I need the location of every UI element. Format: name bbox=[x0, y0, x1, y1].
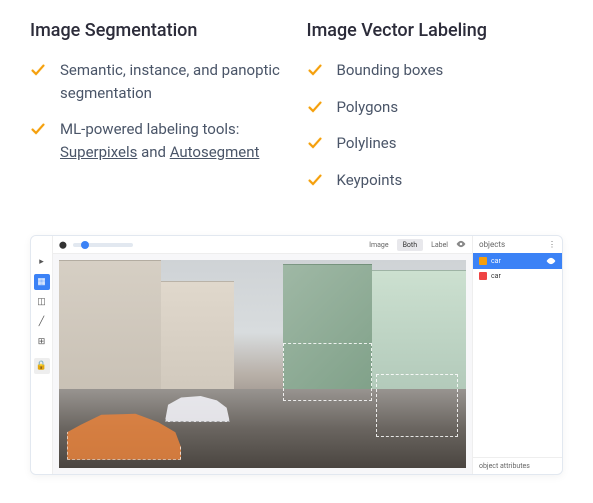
check-icon bbox=[307, 135, 323, 151]
object-label: car bbox=[491, 272, 501, 280]
editor-canvas[interactable] bbox=[53, 254, 472, 474]
feature-item: ML-powered labeling tools: Superpixels a… bbox=[30, 118, 287, 163]
objects-panel: objects ⋮ car car object attributes bbox=[472, 236, 562, 474]
crop-tool[interactable]: ◫ bbox=[34, 294, 50, 310]
check-icon bbox=[307, 99, 323, 115]
feature-text: Polygons bbox=[337, 96, 399, 119]
lock-tool[interactable]: 🔒 bbox=[34, 358, 50, 374]
segmentation-column: Image Segmentation Semantic, instance, a… bbox=[30, 20, 287, 205]
object-row[interactable]: car bbox=[473, 269, 562, 283]
street-image bbox=[59, 260, 466, 468]
opacity-slider[interactable] bbox=[73, 243, 133, 247]
vector-feature-list: Bounding boxes Polygons Polylines bbox=[307, 59, 564, 191]
check-icon bbox=[30, 121, 46, 137]
check-icon bbox=[307, 62, 323, 78]
editor-top-bar: ⬤ Image Both Label bbox=[53, 236, 472, 254]
tab-image[interactable]: Image bbox=[363, 239, 395, 251]
object-color-swatch bbox=[479, 257, 487, 265]
objects-panel-header: objects ⋮ bbox=[473, 236, 562, 253]
menu-icon[interactable]: ⋮ bbox=[548, 240, 556, 249]
visibility-icon[interactable] bbox=[546, 256, 556, 266]
feature-item: Polygons bbox=[307, 96, 564, 119]
feature-text: Bounding boxes bbox=[337, 59, 444, 82]
feature-item: Polylines bbox=[307, 132, 564, 155]
feature-text: ML-powered labeling tools: Superpixels a… bbox=[60, 118, 287, 163]
editor-main-panel: ⬤ Image Both Label bbox=[53, 236, 472, 474]
segmentation-title: Image Segmentation bbox=[30, 20, 287, 41]
pointer-tool[interactable]: ▸ bbox=[34, 254, 50, 270]
grid-tool[interactable]: ⊞ bbox=[34, 334, 50, 350]
feature-text: Semantic, instance, and panoptic segment… bbox=[60, 59, 287, 104]
autosegment-link[interactable]: Autosegment bbox=[170, 143, 260, 161]
building bbox=[161, 281, 234, 402]
rectangle-tool[interactable]: ▦ bbox=[34, 274, 50, 290]
tab-both[interactable]: Both bbox=[397, 239, 424, 251]
selection-outline bbox=[283, 343, 373, 401]
feature-item: Semantic, instance, and panoptic segment… bbox=[30, 59, 287, 104]
check-icon bbox=[307, 172, 323, 188]
segmentation-feature-list: Semantic, instance, and panoptic segment… bbox=[30, 59, 287, 163]
tab-label[interactable]: Label bbox=[425, 239, 454, 251]
brush-icon: ⬤ bbox=[59, 241, 67, 249]
feature-item: Bounding boxes bbox=[307, 59, 564, 82]
editor-screenshot: ▸ ▦ ◫ ╱ ⊞ 🔒 ⬤ Image Both Label bbox=[30, 235, 563, 475]
line-tool[interactable]: ╱ bbox=[34, 314, 50, 330]
editor-left-toolbar: ▸ ▦ ◫ ╱ ⊞ 🔒 bbox=[31, 236, 53, 474]
vector-title: Image Vector Labeling bbox=[307, 20, 564, 41]
eye-icon[interactable] bbox=[456, 239, 466, 249]
vector-column: Image Vector Labeling Bounding boxes Pol… bbox=[307, 20, 564, 205]
superpixels-link[interactable]: Superpixels bbox=[60, 143, 137, 161]
building bbox=[59, 260, 161, 401]
object-attributes-label: object attributes bbox=[473, 457, 562, 474]
object-color-swatch bbox=[479, 272, 487, 280]
object-row[interactable]: car bbox=[473, 253, 562, 269]
feature-text: Polylines bbox=[337, 132, 397, 155]
feature-item: Keypoints bbox=[307, 169, 564, 192]
selection-outline bbox=[376, 374, 457, 436]
check-icon bbox=[30, 62, 46, 78]
feature-text: Keypoints bbox=[337, 169, 403, 192]
object-label: car bbox=[491, 257, 501, 265]
